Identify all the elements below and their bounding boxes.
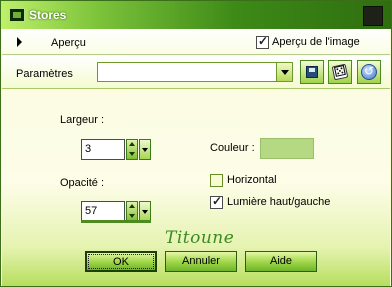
preview-toggle-label[interactable]: Aperçu [51, 37, 86, 49]
width-label: Largeur : [60, 114, 105, 126]
color-label: Couleur : [210, 142, 255, 154]
title-bar[interactable]: Stores [1, 1, 391, 29]
light-top-left-label: Lumière haut/gauche [227, 196, 331, 208]
reset-icon [361, 64, 377, 80]
ok-button[interactable]: OK [85, 251, 157, 272]
width-field: 3 [81, 139, 153, 160]
horizontal-checkbox[interactable] [210, 174, 223, 187]
opacity-label: Opacité : [60, 177, 105, 189]
spin-arrows-icon[interactable] [126, 201, 138, 222]
save-preset-button[interactable] [300, 60, 324, 84]
color-swatch[interactable] [260, 138, 314, 159]
opacity-slider[interactable] [81, 220, 151, 223]
width-input[interactable]: 3 [81, 139, 125, 160]
dropdown-arrow-icon[interactable] [276, 63, 292, 81]
dialog-body: Aperçu Aperçu de l'image Paramètres Larg… [2, 29, 390, 286]
help-button[interactable]: Aide [245, 251, 317, 272]
stores-dialog: Stores Aperçu Aperçu de l'image Paramètr… [0, 0, 392, 287]
opacity-input[interactable]: 57 [81, 201, 125, 222]
close-icon[interactable] [363, 6, 383, 26]
opacity-dropdown-icon[interactable] [139, 201, 151, 222]
horizontal-label: Horizontal [227, 174, 277, 186]
watermark-signature: Titoune [165, 228, 235, 248]
window-title: Stores [29, 8, 67, 22]
random-dice-icon [331, 63, 349, 81]
randomize-button[interactable] [328, 60, 352, 84]
light-top-left-checkbox[interactable] [210, 194, 223, 209]
width-dropdown-icon[interactable] [139, 139, 151, 160]
preview-row: Aperçu Aperçu de l'image [2, 29, 390, 55]
app-icon [9, 8, 25, 22]
image-preview-checkbox[interactable] [256, 34, 269, 49]
presets-label: Paramètres [16, 68, 73, 80]
cancel-button[interactable]: Annuler [165, 251, 237, 272]
expand-arrow-icon[interactable] [17, 37, 22, 47]
image-preview-label: Aperçu de l'image [272, 36, 360, 48]
presets-dropdown[interactable] [97, 62, 293, 82]
opacity-field: 57 [81, 201, 153, 222]
save-preset-icon [306, 66, 318, 78]
reset-button[interactable] [357, 60, 381, 84]
presets-row: Paramètres [2, 56, 390, 89]
spin-arrows-icon[interactable] [126, 139, 138, 160]
